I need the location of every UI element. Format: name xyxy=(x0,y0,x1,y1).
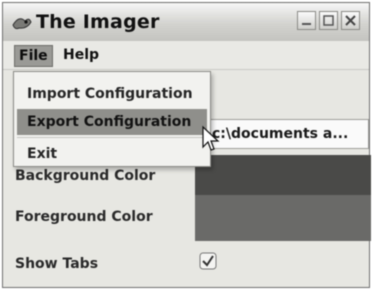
title-bar[interactable]: The Imager xyxy=(3,3,369,42)
checkmark-icon xyxy=(199,252,217,270)
menu-help[interactable]: Help xyxy=(59,45,103,65)
maximize-button[interactable] xyxy=(319,11,338,30)
mouse-pointer-icon xyxy=(201,125,221,153)
show-tabs-checkbox[interactable] xyxy=(199,252,217,270)
minimize-button[interactable] xyxy=(297,11,316,30)
close-icon xyxy=(345,15,356,26)
menu-divider xyxy=(17,137,207,138)
window-title: The Imager xyxy=(36,11,160,33)
foreground-color-label: Foreground Color xyxy=(15,209,153,225)
imager-logo-icon xyxy=(11,13,33,33)
menu-item-export-configuration[interactable]: Export Configuration xyxy=(17,109,207,135)
menu-file[interactable]: File xyxy=(14,45,53,67)
file-path-field[interactable]: c:\documents a... xyxy=(205,119,369,149)
foreground-color-swatch[interactable] xyxy=(195,195,371,241)
close-button[interactable] xyxy=(341,11,360,30)
background-color-swatch[interactable] xyxy=(195,155,371,195)
background-color-label: Background Color xyxy=(15,168,156,184)
maximize-icon xyxy=(323,15,334,26)
file-dropdown-menu: Import Configuration Export Configuratio… xyxy=(13,71,211,167)
menu-bar: File Help xyxy=(3,41,369,70)
imager-window: The Imager File Help c:\documents a... B… xyxy=(2,2,371,288)
menu-item-exit[interactable]: Exit xyxy=(17,141,207,167)
minimize-icon xyxy=(302,23,311,25)
menu-item-import-configuration[interactable]: Import Configuration xyxy=(17,81,207,107)
show-tabs-label: Show Tabs xyxy=(15,256,99,272)
